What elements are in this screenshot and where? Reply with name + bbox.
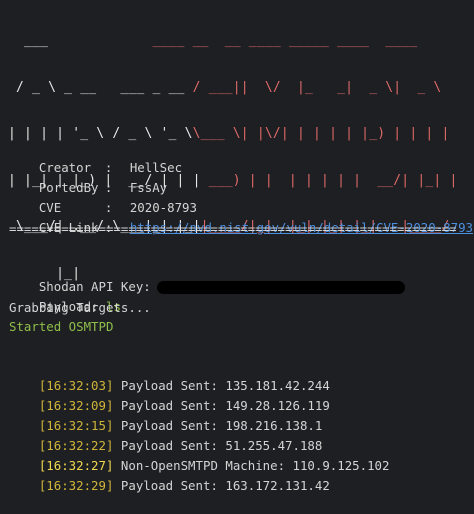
log-entry: [16:32:09] Payload Sent: 149.28.126.119 [9, 377, 330, 413]
log-entry: [16:32:29] Payload Sent: 163.172.131.42 [9, 457, 330, 493]
log-entry: [16:32:22] Payload Sent: 51.255.47.188 [9, 417, 323, 453]
terminal-window[interactable]: ___ ____ __ __ ____ _____ ____ ____ / _ … [0, 0, 474, 493]
started-status: Started OSMTPD [9, 319, 114, 334]
api-key-prompt: Shodan API Key: [9, 258, 405, 294]
log-entry: [16:32:15] Payload Sent: 198.216.138.1 [9, 397, 323, 433]
info-ported-by: PortedBy: FssAy [9, 159, 167, 195]
info-cve: CVE:2020-8793 [9, 179, 197, 215]
log-timestamp: [16:32:29] [38, 478, 114, 493]
banner-smtpd-line: ____ __ __ ____ _____ ____ ____ [152, 33, 434, 48]
banner-smtpd-line: \___ \| |\/| | | | | |_) | | | | [192, 126, 450, 141]
separator-rule: ========================================… [9, 221, 457, 236]
payload-prompt: Payload: ls [9, 278, 121, 314]
log-entry: [16:32:03] Payload Sent: 135.181.42.244 [9, 357, 330, 393]
redacted-api-key [156, 281, 405, 294]
log-message: Payload Sent: 163.172.131.42 [120, 478, 330, 493]
banner-smtpd-line: / ___|| \/ |_ _| _ \| _ \ [192, 79, 450, 95]
log-entry: [16:32:27] Non-OpenSMTPD Machine: 110.9.… [9, 437, 390, 473]
info-creator: Creator: HellSec [9, 139, 182, 175]
banner-smtpd-line: ___) | | | | | | | __/| |_| | [200, 172, 458, 188]
grabbing-status: Grabbing Targets... [9, 300, 151, 315]
banner-open-line: / _ \ _ __ ___ _ __ [8, 79, 193, 95]
banner-open-line: ___ [8, 33, 153, 48]
info-cve-link: CVE Link: https://nvd.nist.gov/vuln/detai… [9, 199, 473, 235]
